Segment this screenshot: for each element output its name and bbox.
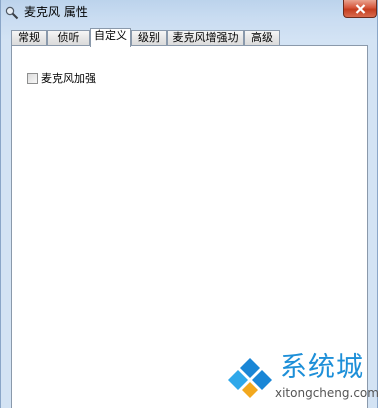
site-watermark: 系统城 xitongcheng.com — [225, 350, 378, 406]
microphone-icon — [5, 5, 19, 20]
mic-boost-checkbox[interactable] — [27, 73, 38, 84]
title-bar[interactable]: 麦克风 属性 — [1, 0, 377, 26]
windows-logo-icon — [225, 356, 275, 404]
tab-advanced[interactable]: 高级 — [244, 30, 280, 46]
properties-window: 麦克风 属性 常规 侦听 自定义 级别 麦克风增强功能 高级 麦克风加强 — [0, 0, 378, 408]
tab-general[interactable]: 常规 — [11, 30, 47, 46]
window-title: 麦克风 属性 — [24, 5, 88, 19]
tab-listen[interactable]: 侦听 — [47, 30, 90, 46]
mic-boost-label[interactable]: 麦克风加强 — [41, 72, 96, 86]
watermark-url: xitongcheng.com — [275, 386, 378, 400]
close-icon — [355, 4, 366, 14]
tab-levels[interactable]: 级别 — [131, 30, 167, 46]
close-button[interactable] — [343, 0, 377, 18]
tab-enhancements[interactable]: 麦克风增强功能 — [167, 30, 244, 58]
watermark-brand: 系统城 — [280, 352, 364, 383]
tab-strip: 常规 侦听 自定义 级别 麦克风增强功能 高级 — [11, 28, 369, 58]
tab-custom[interactable]: 自定义 — [90, 28, 131, 47]
